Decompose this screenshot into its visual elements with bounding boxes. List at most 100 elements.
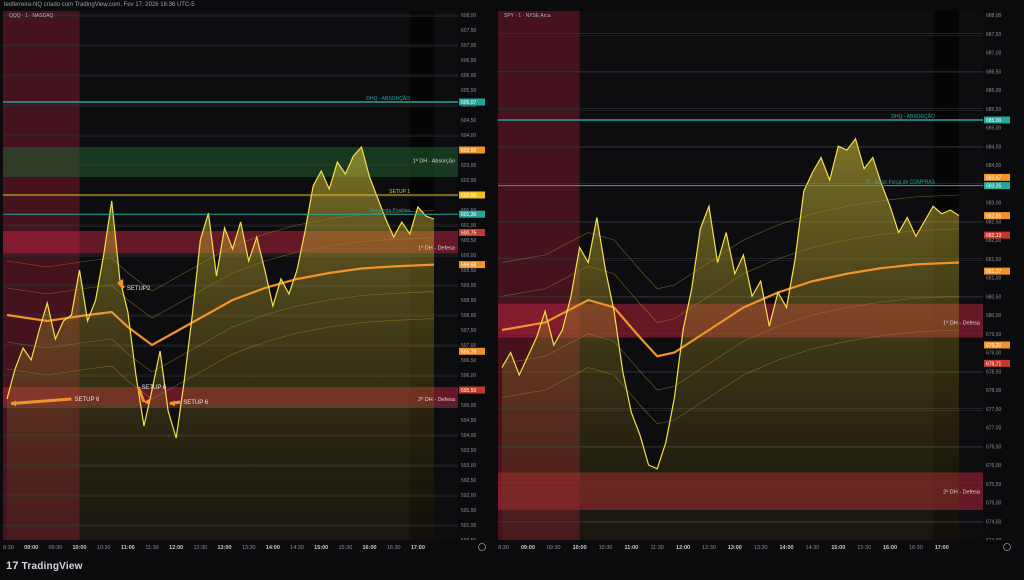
price-axis-tick: 608,00 [461, 13, 477, 19]
price-axis-tick: 594,50 [461, 418, 477, 424]
zone-label: 1º DH - Absorção [413, 158, 455, 165]
time-axis-tick: 15:00 [314, 545, 328, 551]
chart-header-title: leoferreira-NQ criado com TradingView.co… [0, 0, 1024, 11]
time-axis-tick: 14:30 [806, 545, 820, 551]
footer-bar: 17 TradingView [0, 556, 1024, 580]
price-axis-tick: 594,00 [461, 433, 477, 439]
level-label-dhq-absorcao: DHQ - ABSORÇÃO [891, 113, 935, 120]
price-axis-tick: 596,50 [461, 358, 477, 364]
time-axis-tick: 14:00 [780, 545, 794, 551]
time-axis-tick: 11:00 [624, 545, 638, 551]
price-axis-tick: 602,50 [461, 178, 477, 184]
price-axis-tick: 606,50 [461, 58, 477, 64]
price-axis-tick: 682,50 [986, 219, 1002, 225]
zone-label: 1º DH - Defesa [943, 320, 981, 327]
time-axis-tick: 15:30 [338, 545, 352, 551]
price-axis-tick: 675,00 [986, 501, 1002, 507]
time-axis-tick: 17:00 [411, 545, 425, 551]
time-axis-tick: 10:30 [599, 545, 613, 551]
price-axis-tick: 604,00 [461, 133, 477, 139]
price-axis-tick: 607,50 [461, 28, 477, 34]
price-axis-tick: 591,00 [461, 523, 477, 529]
time-axis-tick: 12:30 [193, 545, 207, 551]
price-axis-tick: 681,00 [986, 276, 1002, 282]
tradingview-brand-text: TradingView [21, 561, 83, 572]
spy-chart-panel[interactable]: DHQ - ABSORÇÃO 685,00 IF - Maior Força de … [498, 11, 1021, 554]
time-axis-tick: 16:00 [363, 545, 377, 551]
price-axis-tick: 676,00 [986, 463, 1002, 469]
price-axis-tick: 603,00 [461, 163, 477, 169]
tradingview-logo[interactable]: 17 TradingView [6, 560, 83, 572]
time-axis-tick: 10:00 [72, 545, 86, 551]
price-axis-tick: 598,00 [461, 313, 477, 319]
price-axis-tick: 593,00 [461, 463, 477, 469]
price-axis-tick: 686,00 [986, 88, 1002, 94]
time-axis-tick: 15:00 [831, 545, 845, 551]
price-axis-tick: 605,50 [461, 88, 477, 94]
level-badge-text-dhq-absorcao: 605,07 [461, 100, 477, 106]
price-axis-tick: 686,50 [986, 69, 1002, 75]
price-axis-tick: 680,00 [986, 313, 1002, 319]
time-axis-tick: 14:30 [290, 545, 304, 551]
price-axis-tick: 678,50 [986, 369, 1002, 375]
time-axis-tick: 11:00 [121, 545, 135, 551]
annotation-label: SETUP2 [127, 286, 151, 292]
zone-absorcao [3, 147, 458, 177]
zone-label: 2º DH - Defesa [418, 396, 456, 403]
price-badge-text: 603,50 [461, 148, 477, 154]
price-axis-tick: 592,00 [461, 493, 477, 499]
annotation-label: SETUP 6 [141, 385, 167, 391]
time-axis-tick: 08:30 [498, 545, 509, 551]
price-axis-tick: 601,00 [461, 223, 477, 229]
time-axis-tick: 15:30 [857, 545, 871, 551]
price-axis-tick: 676,50 [986, 444, 1002, 450]
price-axis-tick: 606,00 [461, 73, 477, 79]
time-axis-tick: 09:00 [24, 545, 38, 551]
tradingview-logo-icon: 17 [6, 560, 19, 572]
price-axis-tick: 683,00 [986, 201, 1002, 207]
time-axis-tick: 16:30 [909, 545, 923, 551]
price-axis-tick: 674,50 [986, 519, 1002, 525]
price-badge-text: 600,75 [461, 231, 477, 237]
price-axis-tick: 685,50 [986, 107, 1002, 113]
price-axis-tick: 599,00 [461, 283, 477, 289]
time-axis-tick: 11:30 [145, 545, 158, 551]
price-axis-tick: 687,50 [986, 32, 1002, 38]
price-axis-tick: 679,50 [986, 332, 1002, 338]
level-label-if-line: Demanda Positiva [369, 208, 410, 214]
price-axis-tick: 597,50 [461, 328, 477, 334]
zone-label: 1º DH - Defesa [418, 245, 456, 252]
time-axis-tick: 13:00 [217, 545, 231, 551]
price-axis-tick: 607,00 [461, 43, 477, 49]
spy-chart-canvas[interactable]: DHQ - ABSORÇÃO 685,00 IF - Maior Força de … [498, 11, 1021, 554]
price-axis-tick: 600,50 [461, 238, 477, 244]
time-axis-tick: 12:00 [676, 545, 690, 551]
price-axis-tick: 684,50 [986, 144, 1002, 150]
price-axis-tick: 599,50 [461, 268, 477, 274]
time-axis-tick: 13:00 [728, 545, 742, 551]
qqq-symbol-label: QQQ · 1 · NASDAQ [9, 13, 54, 19]
time-axis-tick: 10:30 [97, 545, 111, 551]
time-axis-tick: 10:00 [573, 545, 587, 551]
level-label-setup-1: SETUP 1 [389, 189, 410, 195]
time-axis-tick: 09:30 [547, 545, 561, 551]
price-axis-tick: 684,00 [986, 163, 1002, 169]
level-badge-text-if-compras: 683,35 [986, 184, 1002, 190]
price-axis-tick: 679,00 [986, 351, 1002, 357]
time-axis-tick: 12:30 [702, 545, 716, 551]
price-axis-tick: 604,50 [461, 118, 477, 124]
spy-symbol-label: SPY · 1 · NYSE Arca [504, 13, 551, 19]
qqq-chart-canvas[interactable]: DHQ - ABSORÇÃO 605,07 SETUP 1 602,00 Demanda… [3, 11, 496, 554]
price-axis-tick: 600,00 [461, 253, 477, 259]
qqq-chart-panel[interactable]: DHQ - ABSORÇÃO 605,07 SETUP 1 602,00 Demanda… [3, 11, 496, 554]
time-axis-tick: 17:00 [935, 545, 949, 551]
time-axis-tick: 14:00 [266, 545, 280, 551]
price-axis-tick: 677,50 [986, 407, 1002, 413]
time-axis-tick: 11:30 [651, 545, 664, 551]
price-axis-tick: 685,00 [986, 126, 1002, 132]
price-badge-text: 681,17 [986, 269, 1002, 275]
price-badge-text: 596,79 [461, 349, 477, 355]
price-axis-tick: 596,00 [461, 373, 477, 379]
price-axis-tick: 595,00 [461, 403, 477, 409]
time-axis-tick: 12:00 [169, 545, 183, 551]
